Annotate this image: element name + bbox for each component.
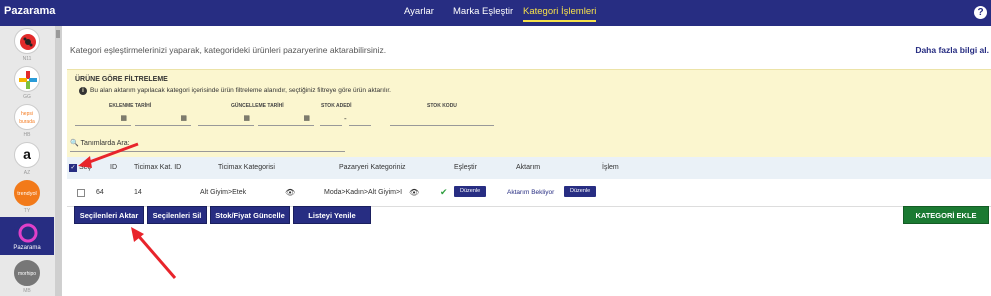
header-ticimax-category: Ticimax Kategorisi	[218, 164, 275, 171]
definition-search-input[interactable]: 🔍 Tanımlarda Ara:	[70, 139, 345, 152]
table-header: ✓ Seç ID Ticimax Kat. ID Ticimax Kategor…	[67, 157, 991, 179]
transfer-status: Aktarım Bekliyor	[507, 189, 555, 196]
row-ticimax-category: Alt Giyim>Etek	[200, 189, 247, 196]
created-date-to-input[interactable]: ▦	[135, 112, 191, 126]
updated-date-from-input[interactable]: ▦	[198, 112, 254, 126]
sidebar-item-code: GG	[23, 94, 31, 100]
sidebar-item-mb[interactable]: morhipo MB	[0, 258, 54, 296]
more-info-link[interactable]: Daha fazla bilgi al.	[915, 45, 989, 55]
search-label: Tanımlarda Ara:	[80, 140, 130, 147]
match-edit-button[interactable]: Düzenle	[454, 186, 487, 197]
hepsiburada-logo-icon: hepsi burada	[14, 104, 40, 130]
sidebar-item-code: MB	[23, 288, 31, 294]
delete-selected-button[interactable]: Seçilenleri Sil	[147, 206, 207, 224]
sidebar-item-code: TY	[23, 208, 31, 214]
calendar-icon[interactable]: ▦	[243, 114, 250, 122]
update-stock-price-button[interactable]: Stok/Fiyat Güncelle	[210, 206, 290, 224]
filter-info-text: Bu alan aktarım yapılacak kategori içeri…	[90, 87, 391, 94]
stock-min-input[interactable]	[320, 112, 342, 126]
sidebar-scrollbar[interactable]	[55, 26, 61, 296]
checkmark-icon: ✔	[440, 187, 448, 197]
tab-kategori-islemleri[interactable]: Kategori İşlemleri	[523, 6, 597, 22]
refresh-list-button[interactable]: Listeyi Yenile	[293, 206, 371, 224]
top-navigation-bar: Pazarama Ayarlar Marka Eşleştir Kategori…	[0, 0, 991, 26]
row-checkbox[interactable]	[77, 189, 85, 197]
sidebar-item-code: N11	[22, 56, 32, 62]
search-icon: 🔍	[70, 140, 79, 147]
header-action: İşlem	[602, 164, 619, 171]
header-select: Seç	[79, 164, 92, 171]
help-icon[interactable]: ?	[974, 6, 987, 19]
range-separator: -	[344, 114, 347, 123]
calendar-icon[interactable]: ▦	[180, 114, 187, 122]
table-row: 64 14 Alt Giyim>Etek 👁 Moda>Kadın>Alt Gi…	[67, 179, 991, 207]
gittigidiyor-logo-icon	[14, 66, 40, 92]
select-all-checkbox[interactable]: ✓	[69, 164, 77, 172]
stock-max-input[interactable]	[349, 112, 371, 126]
info-icon: i	[79, 87, 87, 95]
sidebar-item-n11[interactable]: N11	[0, 26, 54, 64]
stock-code-label: STOK KODU	[427, 103, 457, 109]
tab-marka-eslestir[interactable]: Marka Eşleştir	[453, 6, 513, 17]
calendar-icon[interactable]: ▦	[303, 114, 310, 122]
transfer-selected-button[interactable]: Seçilenleri Aktar	[74, 206, 144, 224]
pazarama-logo-icon	[14, 219, 40, 245]
sidebar-item-code: HB	[23, 132, 31, 138]
stock-count-label: STOK ADEDİ	[321, 103, 352, 109]
main-content: Kategori eşleştirmelerinizi yaparak, kat…	[62, 26, 991, 296]
sidebar-item-ty[interactable]: trendyol TY	[0, 178, 54, 216]
trendyol-logo-icon: trendyol	[14, 180, 40, 206]
row-marketplace-category: Moda>Kadın>Alt Giyim>I	[324, 189, 403, 196]
action-edit-button[interactable]: Düzenle	[564, 186, 597, 197]
sidebar-item-code: AZ	[23, 170, 31, 176]
sidebar-item-hb[interactable]: hepsi burada HB	[0, 102, 54, 140]
header-match: Eşleştir	[454, 164, 477, 171]
intro-text: Kategori eşleştirmelerinizi yaparak, kat…	[70, 45, 387, 55]
scrollbar-thumb[interactable]	[56, 30, 60, 38]
app-brand: Pazarama	[4, 5, 56, 17]
sidebar-item-gg[interactable]: GG	[0, 64, 54, 102]
filter-title: ÜRÜNE GÖRE FİLTRELEME	[75, 76, 168, 83]
tab-ayarlar[interactable]: Ayarlar	[404, 6, 434, 17]
eye-icon[interactable]: 👁	[409, 188, 419, 197]
created-date-from-input[interactable]: ▦	[75, 112, 131, 126]
row-ticimax-id: 14	[134, 189, 142, 196]
add-category-button[interactable]: KATEGORİ EKLE	[903, 206, 989, 224]
n11-logo-icon	[14, 28, 40, 54]
sidebar-item-pazarama[interactable]: Pazarama	[0, 217, 54, 255]
row-id: 64	[96, 189, 104, 196]
header-id: ID	[110, 164, 117, 171]
header-transfer: Aktarım	[516, 164, 541, 171]
sidebar-item-az[interactable]: a AZ	[0, 140, 54, 178]
header-marketplace-category: Pazaryeri Kategoriniz	[339, 164, 406, 171]
filter-info: i Bu alan aktarım yapılacak kategori içer…	[79, 87, 391, 95]
stock-code-input[interactable]	[390, 112, 494, 126]
sidebar-item-code: Pazarama	[13, 245, 41, 251]
header-ticimax-id: Ticimax Kat. ID	[134, 164, 182, 171]
calendar-icon[interactable]: ▦	[120, 114, 127, 122]
eye-icon[interactable]: 👁	[285, 188, 295, 197]
marketplace-sidebar: N11 GG hepsi burada HB a AZ trendyol TY …	[0, 26, 62, 296]
amazon-logo-icon: a	[14, 142, 40, 168]
updated-date-label: GÜNCELLEME TARİHİ	[231, 103, 284, 109]
morhipo-logo-icon: morhipo	[14, 260, 40, 286]
updated-date-to-input[interactable]: ▦	[258, 112, 314, 126]
created-date-label: EKLENME TARİHİ	[109, 103, 152, 109]
